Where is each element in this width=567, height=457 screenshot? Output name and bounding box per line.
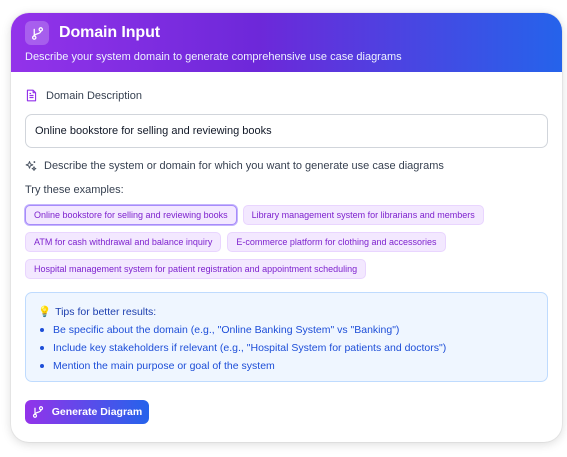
generate-button-label: Generate Diagram bbox=[51, 406, 143, 418]
document-icon bbox=[26, 89, 37, 102]
example-chip-library[interactable]: Library management system for librarians… bbox=[242, 205, 484, 225]
generate-diagram-button[interactable]: Generate Diagram bbox=[25, 400, 149, 424]
bullet-icon bbox=[40, 346, 44, 350]
domain-description-label: Domain Description bbox=[25, 89, 548, 102]
tip-text: Include key stakeholders if relevant (e.… bbox=[53, 342, 447, 354]
tip-item: Mention the main purpose or goal of the … bbox=[38, 360, 535, 372]
card-title: Domain Input bbox=[59, 24, 161, 41]
domain-description-input[interactable] bbox=[25, 114, 548, 148]
tips-title-text: Tips for better results: bbox=[55, 305, 157, 318]
card-header: Domain Input Describe your system domain… bbox=[11, 13, 562, 72]
tips-title: 💡 Tips for better results: bbox=[38, 305, 535, 319]
domain-input-card: Domain Input Describe your system domain… bbox=[11, 13, 562, 442]
branch-icon bbox=[32, 406, 43, 418]
tip-item: Be specific about the domain (e.g., "Onl… bbox=[38, 324, 535, 336]
bullet-icon bbox=[40, 328, 44, 332]
sparkles-icon bbox=[25, 161, 37, 171]
card-subtitle: Describe your system domain to generate … bbox=[25, 51, 402, 63]
lightbulb-icon: 💡 bbox=[38, 306, 52, 318]
examples-list: Online bookstore for selling and reviewi… bbox=[25, 205, 548, 279]
tips-list: Be specific about the domain (e.g., "Onl… bbox=[38, 324, 535, 372]
bullet-icon bbox=[40, 364, 44, 368]
tip-item: Include key stakeholders if relevant (e.… bbox=[38, 342, 535, 354]
domain-label-text: Domain Description bbox=[46, 89, 142, 102]
example-chip-ecommerce[interactable]: E-commerce platform for clothing and acc… bbox=[227, 232, 446, 252]
tip-text: Be specific about the domain (e.g., "Onl… bbox=[53, 324, 400, 336]
example-chip-atm[interactable]: ATM for cash withdrawal and balance inqu… bbox=[25, 232, 222, 252]
examples-label: Try these examples: bbox=[25, 184, 124, 196]
branch-icon bbox=[25, 21, 49, 45]
domain-hint-text: Describe the system or domain for which … bbox=[44, 160, 444, 172]
example-chip-hospital[interactable]: Hospital management system for patient r… bbox=[25, 259, 367, 279]
domain-hint: Describe the system or domain for which … bbox=[25, 160, 548, 172]
example-chip-bookstore[interactable]: Online bookstore for selling and reviewi… bbox=[25, 205, 237, 225]
tips-panel: 💡 Tips for better results: Be specific a… bbox=[25, 292, 548, 382]
tip-text: Mention the main purpose or goal of the … bbox=[53, 360, 275, 372]
